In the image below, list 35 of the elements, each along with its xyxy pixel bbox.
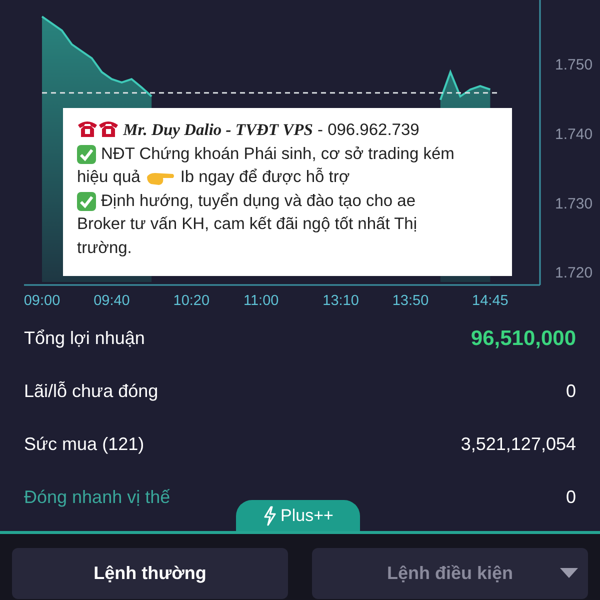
x-tick-label: 13:10: [322, 293, 359, 309]
x-tick-label: 13:50: [392, 293, 429, 309]
lightning-icon: [262, 506, 277, 526]
x-tick-label: 09:40: [94, 293, 130, 309]
promo-text: Broker tư vấn KH, cam kết đãi ngộ tốt nhất Thị: [77, 214, 417, 235]
promo-text: NĐT Chứng khoán Phái sinh, cơ sở trading kém: [101, 144, 454, 164]
order-tab[interactable]: Lệnh điều kiện: [312, 548, 588, 599]
promo-text: trường.: [77, 238, 132, 258]
stat-label: Tổng lợi nhuận: [24, 327, 145, 350]
promo-text: Định hướng, tuyển dụng và đào tạo cho ae: [101, 190, 416, 212]
name-text: Mr. Duy Dalio - TVĐT VPS: [122, 120, 313, 139]
checkmark-icon: [77, 144, 96, 164]
order-tab[interactable]: Lệnh thường: [12, 548, 288, 599]
telephone-icon: [98, 119, 119, 138]
x-tick-label: 09:00: [24, 293, 60, 309]
y-tick-label: 1.730: [555, 195, 593, 212]
x-tick-label: 11:00: [244, 293, 279, 309]
checkmark-icon: [77, 192, 96, 211]
plus-tab[interactable]: Plus++: [236, 500, 360, 531]
x-tick-label: 10:20: [173, 293, 210, 309]
stat-label: Lãi/lỗ chưa đóng: [24, 380, 158, 403]
phone-text: - 096.962.739: [316, 121, 420, 139]
stat-value: 0: [566, 380, 576, 403]
promo-text: hiệu quả: [77, 167, 140, 188]
stat-label: Sức mua (121): [24, 433, 144, 456]
y-tick-label: 1.720: [555, 264, 593, 282]
quick-close-link[interactable]: Đóng nhanh vị thế: [24, 484, 170, 511]
x-tick-label: 14:45: [472, 293, 508, 309]
y-tick-label: 1.740: [555, 126, 593, 144]
stat-value: 0: [566, 486, 576, 509]
stat-value: 96,510,000: [470, 326, 576, 352]
y-tick-label: 1.750: [555, 56, 593, 74]
promo-text: Ib ngay để được hỗ trợ: [180, 166, 350, 188]
telephone-icon: [77, 119, 98, 138]
stat-value: 3,521,127,054: [460, 433, 576, 456]
